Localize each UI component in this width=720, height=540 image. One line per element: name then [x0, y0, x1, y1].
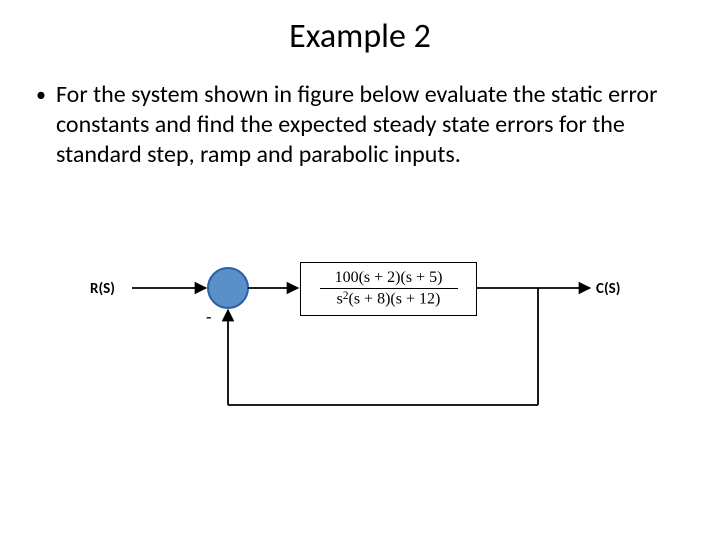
output-label: C(S) [596, 280, 620, 298]
bullet-text: For the system shown in figure below eva… [56, 80, 684, 170]
fraction-bar [320, 288, 458, 289]
tf-denominator: s2(s + 8)(s + 12) [337, 290, 441, 309]
slide: Example 2 • For the system shown in figu… [0, 0, 720, 540]
summing-junction-icon [208, 268, 248, 308]
bullet-item: • For the system shown in figure below e… [36, 80, 684, 170]
bullet-dot: • [36, 80, 46, 110]
slide-title: Example 2 [0, 16, 720, 57]
transfer-function-block: 100(s + 2)(s + 5) s2(s + 8)(s + 12) [300, 262, 477, 316]
block-diagram: - R(S) C(S) 100(s + 2)(s + 5) s2(s + 8)(… [60, 240, 660, 460]
tf-numerator: 100(s + 2)(s + 5) [335, 269, 443, 287]
input-label: R(S) [90, 280, 115, 298]
minus-sign: - [206, 306, 212, 328]
slide-body: • For the system shown in figure below e… [36, 80, 684, 170]
